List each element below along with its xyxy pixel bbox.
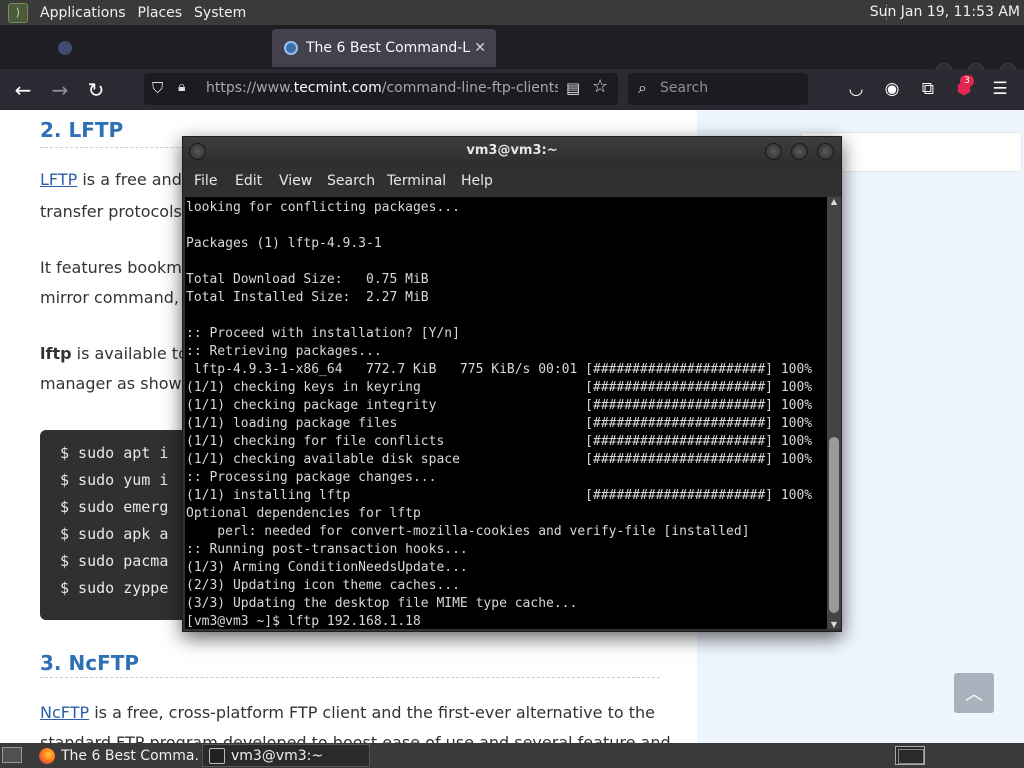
terminal-menu-edit[interactable]: Edit [235,173,262,189]
terminal-menu-help[interactable]: Help [461,173,493,189]
terminal-line: Optional dependencies for lftp [186,506,421,521]
terminal-scrollbar[interactable]: ▲ ▼ [827,197,841,629]
applications-logo-icon[interactable]: ⟩ [8,2,28,23]
terminal-output[interactable]: looking for conflicting packages... Pack… [185,197,827,629]
scroll-up-icon[interactable]: ▲ [829,197,839,206]
terminal-line: (1/3) Arming ConditionNeedsUpdate... [186,560,468,575]
paragraph-available-line2: manager as shown [40,374,192,393]
search-input[interactable]: ⌕ Search [628,73,808,105]
reload-icon[interactable]: ↻ [83,77,109,103]
extension-badge: 3 [960,75,974,87]
terminal-menu-view[interactable]: View [279,173,312,189]
account-icon[interactable]: ◉ [880,77,904,101]
extensions-puzzle-icon[interactable]: ⧉ [916,77,940,101]
tab-close-icon[interactable]: ✕ [474,40,486,56]
lock-icon[interactable]: 🔒︎ [178,79,196,99]
show-desktop-icon[interactable] [2,747,22,763]
task-label: vm3@vm3:~ [231,747,324,764]
pocket-icon[interactable]: ◡ [844,77,868,101]
minimize-icon[interactable] [765,143,782,160]
terminal-menu-file[interactable]: File [194,173,217,189]
paragraph-lftp-line2: transfer protocols [40,202,182,221]
url-bar[interactable]: ⛉ 🔒︎ https://www.tecmint.com/command-lin… [144,73,618,105]
lftp-link[interactable]: LFTP [40,170,77,189]
terminal-title: vm3@vm3:~ [466,143,558,158]
bottom-taskbar: The 6 Best Comma... vm3@vm3:~ [0,743,1024,768]
reader-view-icon[interactable]: ▤ [566,79,580,97]
code-line: $ sudo apk a [60,525,169,543]
url-text[interactable]: https://www.tecmint.com/command-line-ftp… [206,80,558,96]
close-icon[interactable] [817,143,834,160]
browser-tab-strip [0,25,1024,81]
shield-icon[interactable]: ⛉ [152,79,170,99]
menu-places[interactable]: Places [132,5,189,21]
code-line: $ sudo apt i [60,444,169,462]
workspace-switcher[interactable] [895,746,925,765]
terminal-titlebar[interactable]: vm3@vm3:~ [183,137,841,167]
clock[interactable]: Sun Jan 19, 11:53 AM [870,4,1020,20]
terminal-line: (1/1) checking for file conflicts [#####… [186,434,813,449]
tab-active[interactable]: The 6 Best Command-Line ✕ [272,29,496,67]
terminal-line: :: Running post-transaction hooks... [186,542,468,557]
chevron-up-icon: ︿ [965,684,983,705]
terminal-line: (1/1) checking package integrity [######… [186,398,813,413]
paragraph-features-line2: mirror command, a [40,288,194,307]
terminal-window[interactable]: vm3@vm3:~ File Edit View Search Terminal… [182,136,842,632]
task-label: The 6 Best Comma... [61,747,199,764]
terminal-prompt-line: [vm3@vm3 ~]$ lftp 192.168.1.18 [186,614,421,629]
inactive-tab-favicon-icon[interactable] [58,35,72,61]
terminal-line: :: Processing package changes... [186,470,437,485]
paragraph-ncftp-line1: NcFTP is a free, cross-platform FTP clie… [40,703,655,722]
code-line: $ sudo pacma [60,552,169,570]
terminal-line: (1/1) installing lftp [#################… [186,488,813,503]
menu-system[interactable]: System [188,5,252,21]
heading-divider [40,677,660,678]
terminal-line: Packages (1) lftp-4.9.3-1 [186,236,382,251]
back-icon[interactable]: ← [10,77,36,103]
terminal-menubar: File Edit View Search Terminal Help [183,167,841,196]
search-icon: ⌕ [638,78,647,97]
ncftp-link[interactable]: NcFTP [40,703,89,722]
paragraph-available-line1: lftp is available to [40,344,188,363]
terminal-menu-terminal[interactable]: Terminal [387,173,446,189]
terminal-line: (2/3) Updating icon theme caches... [186,578,460,593]
terminal-line: (1/1) loading package files [###########… [186,416,813,431]
terminal-line: looking for conflicting packages... [186,200,460,215]
terminal-line: (3/3) Updating the desktop file MIME typ… [186,596,578,611]
bookmark-star-icon[interactable]: ☆ [592,76,608,97]
terminal-line: Total Installed Size: 2.27 MiB [186,290,429,305]
terminal-menu-search[interactable]: Search [327,173,375,189]
terminal-line: :: Retrieving packages... [186,344,382,359]
scroll-down-icon[interactable]: ▼ [829,620,839,629]
code-line: $ sudo emerg [60,498,169,516]
terminal-line: (1/1) checking available disk space [###… [186,452,813,467]
tab-title: The 6 Best Command-Line [306,40,471,56]
terminal-icon [209,747,225,764]
terminal-line: Total Download Size: 0.75 MiB [186,272,429,287]
task-terminal[interactable]: vm3@vm3:~ [202,744,370,767]
heading-ncftp: 3. NcFTP [40,651,140,675]
terminal-line: (1/1) checking keys in keyring [########… [186,380,813,395]
top-panel: ⟩ Applications Places System Sun Jan 19,… [0,0,1024,25]
code-line: $ sudo yum i [60,471,169,489]
scrollbar-thumb[interactable] [829,437,839,613]
browser-navbar: ← → ↻ ⛉ 🔒︎ https://www.tecmint.com/comma… [0,69,1024,110]
paragraph-lftp-line1: LFTP is a free and [40,170,182,189]
tecmint-favicon-icon [284,41,298,55]
forward-icon[interactable]: → [47,77,73,103]
search-placeholder: Search [660,80,709,96]
paragraph-features-line1: It features bookma [40,258,192,277]
hamburger-menu-icon[interactable]: ☰ [988,77,1012,101]
terminal-line: :: Proceed with installation? [Y/n] [186,326,460,341]
paragraph-ncftp-line2: standard FTP program developed to boost … [40,733,671,743]
menu-applications[interactable]: Applications [34,5,132,21]
firefox-icon [39,747,55,764]
maximize-icon[interactable] [791,143,808,160]
terminal-line: perl: needed for convert-mozilla-cookies… [186,524,750,539]
heading-lftp: 2. LFTP [40,118,124,142]
code-line: $ sudo zyppe [60,579,169,597]
terminal-line: lftp-4.9.3-1-x86_64 772.7 KiB 775 KiB/s … [186,362,813,377]
scroll-to-top-button[interactable]: ︿ [954,673,994,713]
task-firefox[interactable]: The 6 Best Comma... [33,744,199,767]
